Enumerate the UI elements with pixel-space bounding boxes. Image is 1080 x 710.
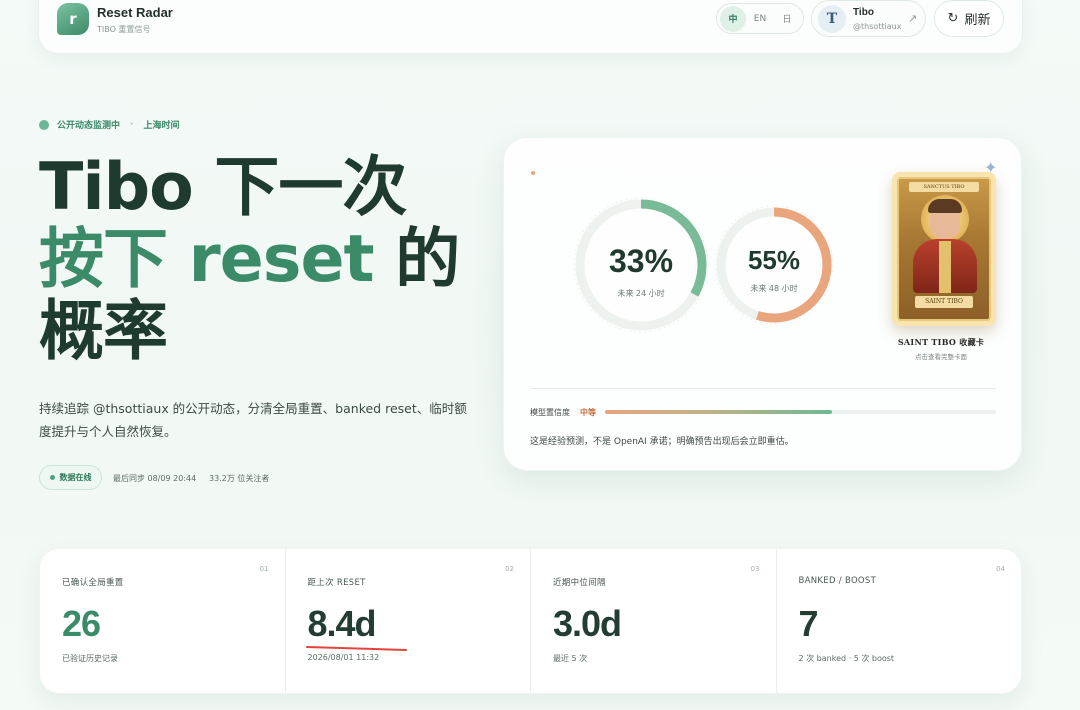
online-dot-icon	[49, 475, 55, 480]
lang-option-en[interactable]: EN	[747, 6, 773, 32]
title-line-2-highlight: 按下 reset	[39, 222, 396, 297]
stat-value: 3.0d	[553, 603, 622, 644]
title-line-1: Tibo 下一次	[39, 150, 407, 225]
stat-card-since-last-reset: 02 距上次 RESET 8.4d 2026/08/01 11:32	[286, 549, 531, 693]
stat-subtext: 2026/08/01 11:32	[307, 653, 380, 662]
page-title: Tibo 下一次 按下 reset 的 概率	[39, 152, 479, 368]
title-line-2: 按下 reset 的	[39, 224, 479, 296]
avatar: T	[818, 5, 846, 33]
divider	[530, 388, 996, 389]
app-name: Reset Radar	[97, 5, 173, 20]
stat-card-banked-boost: 04 BANKED / BOOST 7 2 次 banked · 5 次 boo…	[777, 549, 1022, 693]
stat-index: 01	[259, 565, 269, 573]
stat-card-confirmed-resets: 01 已确认全局重置 26 已验证历史记录	[40, 549, 286, 693]
stat-label: 距上次 RESET	[307, 578, 366, 588]
stat-label: BANKED / BOOST	[798, 576, 877, 586]
refresh-label: 刷新	[964, 13, 991, 28]
profile-handle: @thsottiaux	[853, 22, 902, 31]
profile-name: Tibo	[853, 7, 874, 18]
refresh-icon: ↻	[947, 11, 959, 26]
stat-label: 已确认全局重置	[62, 578, 124, 588]
stat-value: 8.4d	[307, 603, 377, 644]
red-underline-mark	[305, 646, 407, 651]
last-sync-text: 最后同步 08/09 20:44	[113, 474, 197, 483]
data-online-badge: 数据在线	[39, 465, 102, 490]
stat-subtext: 最近 5 次	[553, 654, 588, 663]
ring-24h-value: 33%	[609, 243, 673, 279]
app-logo-icon[interactable]: r	[57, 3, 89, 35]
card-subtitle[interactable]: 点击查看完整卡面	[876, 351, 1006, 361]
disclaimer-text: 这是经验预测，不是 OpenAI 承诺；明确预告出现后会立即重估。	[530, 437, 794, 447]
saint-hair	[928, 199, 962, 213]
app-subtitle: TIBO 重置信号	[97, 25, 151, 34]
confidence-label: 模型置信度	[530, 408, 570, 417]
card-title[interactable]: SAINT TIBO 收藏卡	[876, 337, 1006, 348]
language-switcher: 中 EN 日	[716, 3, 804, 34]
stats-panel: 01 已确认全局重置 26 已验证历史记录 02 距上次 RESET 8.4d …	[39, 548, 1022, 694]
ring-24h-label: 未来 24 小时	[617, 288, 664, 298]
stat-card-median-interval: 03 近期中位间隔 3.0d 最近 5 次	[531, 549, 777, 693]
confidence-bar	[605, 410, 996, 414]
stat-index: 02	[505, 565, 514, 573]
external-link-icon: ↗	[908, 12, 918, 25]
title-line-2-tail: 的	[395, 222, 460, 297]
stat-index: 03	[750, 565, 760, 573]
status-dot-icon	[39, 119, 49, 130]
stat-value: 26	[62, 603, 101, 644]
confidence-bar-fill	[605, 410, 832, 414]
lang-option-ja[interactable]: 日	[774, 6, 800, 32]
stat-index: 04	[996, 565, 1005, 573]
prediction-card: 33% 未来 24 小时 55% 未来 48 小时 ✦ SANCTUS TIBO…	[503, 137, 1022, 471]
title-line-3: 概率	[39, 294, 168, 369]
ring-48h-label: 未来 48 小时	[750, 283, 797, 293]
timezone-text: 上海时间	[143, 121, 180, 131]
confidence-value: 中等	[580, 408, 596, 417]
followers-count: 33.2万 位关注者	[209, 474, 270, 483]
separator-dot: ·	[130, 119, 134, 130]
card-artwork: SANCTUS TIBO SAINT TIBO	[897, 177, 991, 321]
stat-label: 近期中位间隔	[553, 578, 606, 588]
online-badge-label: 数据在线	[59, 473, 92, 482]
refresh-button[interactable]: ↻ 刷新	[934, 0, 1004, 37]
ring-48h-value: 55%	[748, 245, 800, 275]
card-top-banner: SANCTUS TIBO	[909, 182, 979, 192]
stat-value: 7	[798, 603, 819, 644]
status-text: 公开动态监测中	[57, 121, 121, 131]
saint-tibo-card[interactable]: SANCTUS TIBO SAINT TIBO	[892, 172, 996, 326]
stat-subtext: 2 次 banked · 5 次 boost	[798, 654, 895, 663]
hero-description: 持续追踪 @thsottiaux 的公开动态，分清全局重置、banked res…	[39, 401, 467, 439]
saint-stole	[939, 241, 951, 293]
probability-rings: 33% 未来 24 小时 55% 未来 48 小时	[573, 197, 834, 333]
stat-subtext: 已验证历史记录	[62, 654, 118, 663]
lang-option-zh[interactable]: 中	[720, 5, 746, 32]
card-name-plate: SAINT TIBO	[915, 296, 973, 308]
monitoring-status: 公开动态监测中 · 上海时间	[39, 118, 179, 131]
profile-link[interactable]: T Tibo @thsottiaux ↗	[811, 0, 926, 37]
